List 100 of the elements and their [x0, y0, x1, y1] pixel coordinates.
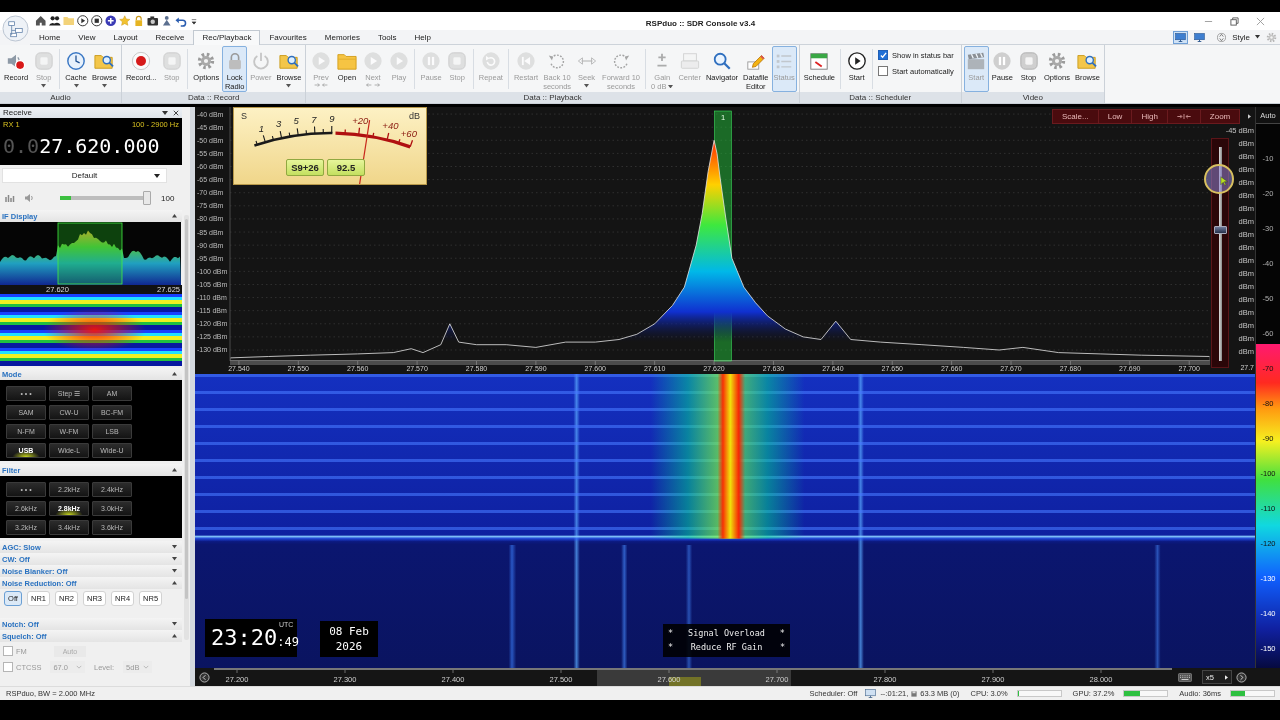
caret-icon	[1225, 674, 1228, 680]
alert-bullet: *	[779, 642, 785, 653]
person-icon[interactable]	[161, 15, 173, 27]
menu-tab[interactable]: Memories	[315, 30, 369, 44]
dropdown-caret-icon[interactable]	[191, 16, 197, 26]
group-label: Data :: Scheduler	[799, 92, 961, 103]
checkbox[interactable]	[878, 66, 889, 76]
keyboard-icon[interactable]	[1178, 672, 1192, 682]
volume-slider[interactable]	[60, 191, 151, 205]
star-icon[interactable]	[119, 15, 131, 27]
play-icon	[388, 51, 409, 71]
slider-thumb[interactable]	[143, 191, 151, 205]
clapperboard-icon	[966, 51, 987, 71]
dropdown-caret-icon[interactable]	[162, 109, 168, 116]
people-icon[interactable]	[49, 15, 61, 27]
menu-tab[interactable]: Rec/Playback	[193, 30, 261, 45]
power-icon	[250, 51, 271, 71]
volume-value: 100	[161, 193, 175, 203]
stop-icon	[447, 51, 468, 71]
circle-arrow-left-icon[interactable]	[199, 671, 210, 683]
clock-icon	[66, 51, 87, 71]
group-label: Audio	[0, 92, 121, 103]
camera-icon[interactable]	[147, 15, 159, 27]
record-icon	[131, 51, 152, 71]
stop-icon[interactable]	[91, 15, 103, 27]
checkbox[interactable]	[878, 50, 889, 60]
scale-unit-label: S	[241, 111, 247, 121]
panel-title: Receive	[3, 108, 32, 117]
clock-time: 23:20	[211, 627, 278, 649]
skip-back-icon	[516, 51, 537, 71]
caret-icon	[1255, 35, 1260, 39]
scale-label: +60	[400, 127, 417, 139]
gear-icon	[196, 51, 217, 71]
checkbox[interactable]	[3, 662, 13, 672]
scale-label: 5	[293, 115, 299, 127]
restore-icon[interactable]	[1230, 16, 1239, 26]
scale-label: 9	[329, 113, 335, 124]
menu-tab[interactable]: Receive	[146, 30, 194, 44]
arrows-inward-icon	[313, 83, 328, 87]
slider-thumb[interactable]	[1213, 226, 1227, 235]
monitor-icon	[865, 689, 877, 698]
pause-icon	[992, 51, 1013, 71]
triangle-right-icon[interactable]	[1248, 114, 1251, 119]
app-logo-icon[interactable]	[1, 15, 29, 42]
scale-label: +40	[382, 120, 399, 132]
layout-button[interactable]	[1173, 30, 1189, 44]
frequency-value[interactable]: 27.620.000	[39, 134, 160, 158]
mouse-cursor-icon	[1204, 164, 1234, 194]
repeat-icon	[480, 51, 501, 71]
arrows-inward-icon	[1176, 114, 1191, 119]
menu-tab[interactable]: View	[69, 30, 105, 44]
menu-tab[interactable]: Layout	[104, 30, 147, 44]
tray-icon	[679, 51, 700, 71]
alert-bullet: *	[779, 628, 785, 639]
spin-arrows-icon[interactable]	[1217, 31, 1227, 43]
toolbar-button[interactable]: Scale...	[1053, 110, 1099, 123]
rotate-right-icon	[611, 51, 632, 71]
toolbar-button[interactable]: Zoom	[1200, 110, 1240, 123]
checkbox[interactable]	[3, 646, 13, 656]
group-label: Video	[961, 92, 1104, 103]
plus-icon[interactable]	[105, 15, 117, 27]
window-title: RSPduo :: SDR Console v3.4	[645, 19, 756, 28]
meter-reading: S9+26	[286, 159, 324, 176]
layout-button[interactable]	[1192, 30, 1208, 44]
frequency-prefix: 0.0	[3, 134, 40, 158]
style-menu[interactable]: Style	[1230, 32, 1262, 42]
scale-label: 3	[276, 118, 282, 130]
close-icon[interactable]	[173, 109, 179, 116]
menu-tab[interactable]: Favourites	[260, 30, 316, 44]
gain-slider[interactable]	[1211, 138, 1229, 368]
pause-icon	[421, 51, 442, 71]
menu-tab[interactable]: Home	[30, 30, 70, 44]
scale-label: 1	[258, 122, 265, 134]
menu-tab[interactable]: Tools	[368, 30, 406, 44]
play-icon	[846, 51, 867, 71]
meter-reading: 92.5	[327, 159, 365, 176]
chevron-down-icon	[143, 665, 150, 669]
play-icon[interactable]	[77, 15, 89, 27]
monitor-icon	[1194, 32, 1206, 42]
alert-text: Signal Overload	[688, 628, 765, 639]
calendar-icon	[809, 51, 830, 71]
checkmark-icon	[879, 51, 887, 59]
alert-text: Reduce RF Gain	[690, 642, 763, 653]
toolbar-button[interactable]: High	[1132, 110, 1168, 123]
gear-icon	[1046, 51, 1067, 71]
monitor-icon	[1175, 32, 1187, 42]
circle-arrow-right-icon[interactable]	[1236, 671, 1247, 683]
preset-dropdown[interactable]: Default	[2, 168, 167, 183]
undo-icon[interactable]	[175, 15, 187, 27]
toolbar-button[interactable]: Low	[1098, 110, 1133, 123]
home-icon[interactable]	[35, 15, 47, 27]
chevron-down-icon	[76, 665, 83, 669]
bar-chart-icon[interactable]	[5, 193, 15, 203]
stop-icon	[33, 51, 54, 71]
group-label: Data :: Record	[121, 92, 306, 103]
scrollbar[interactable]	[184, 215, 189, 640]
stop-icon	[161, 51, 182, 71]
menu-tab[interactable]: Help	[405, 30, 441, 44]
date-text: 08 Feb	[329, 624, 369, 639]
clock-seconds: :49	[277, 635, 299, 649]
